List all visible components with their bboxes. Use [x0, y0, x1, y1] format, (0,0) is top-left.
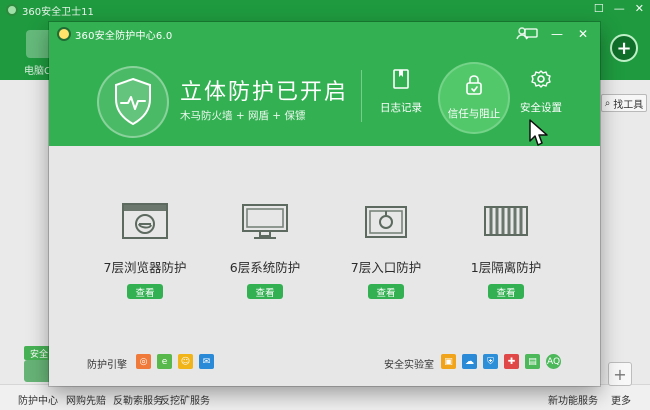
security-center-title: 360安全防护中心6.0 — [75, 31, 173, 42]
browser-protection-label: 7层浏览器防护 — [103, 260, 187, 275]
bottom-item-shopping[interactable]: 网购先赔 — [66, 392, 106, 407]
security-center-footer: 防护引擎 ◎ e ☺ ✉ 安全实验室 ▣ ☁ ⛨ ✚ ▤ AQ — [49, 344, 600, 386]
bottom-item-anti-mining[interactable]: 反挖矿服务 — [160, 392, 210, 407]
background-tool-label: 电脑C — [24, 66, 51, 77]
header-divider — [361, 70, 362, 122]
app-logo-icon — [6, 4, 18, 16]
close-icon[interactable]: ✕ — [635, 2, 644, 15]
log-records-label: 日志记录 — [380, 102, 422, 114]
entry-protection-view-button[interactable]: 查看 — [368, 284, 404, 299]
protection-engine-label: 防护引擎 — [87, 360, 127, 371]
security-center-logo-icon — [57, 27, 71, 41]
system-protection-label: 6层系统防护 — [229, 260, 301, 275]
entry-protection-icon — [357, 199, 415, 243]
isolation-protection-label: 1层隔离防护 — [470, 260, 542, 275]
isolation-icon — [477, 199, 535, 243]
entry-protection-card: 7层入口防护 查看 — [326, 199, 446, 299]
browser-protection-view-button[interactable]: 查看 — [127, 284, 163, 299]
security-center-window: 360安全防护中心6.0 — ✕ 立体防护已开启 木马防火墙 + 网盾 + 保镖… — [49, 22, 600, 386]
lab-icon-4[interactable]: ✚ — [504, 354, 519, 369]
lab-icon-6[interactable]: AQ — [546, 354, 561, 369]
add-service-button[interactable]: + — [608, 362, 632, 386]
browser-icon — [116, 199, 174, 243]
security-settings-label: 安全设置 — [520, 102, 562, 114]
lab-icon-2[interactable]: ☁ — [462, 354, 477, 369]
engine-icon-2[interactable]: e — [157, 354, 172, 369]
engine-icon-4[interactable]: ✉ — [199, 354, 214, 369]
security-lab-label: 安全实验室 — [384, 360, 434, 371]
engine-icon-1[interactable]: ◎ — [136, 354, 151, 369]
bottom-item-new-services[interactable]: 新功能服务 — [548, 392, 598, 407]
search-icon: ⌕ — [604, 97, 611, 109]
skin-icon[interactable]: ☐ — [594, 2, 604, 15]
bottom-item-protection-center[interactable]: 防护中心 — [18, 392, 58, 407]
protection-status-shield — [97, 66, 169, 138]
isolation-protection-view-button[interactable]: 查看 — [488, 284, 524, 299]
trust-and-block-label: 信任与阻止 — [447, 108, 501, 120]
browser-protection-card: 7层浏览器防护 查看 — [85, 199, 205, 299]
background-app-title: 360安全卫士11 — [22, 7, 94, 18]
bottom-item-more[interactable]: 更多 — [611, 392, 631, 407]
system-protection-view-button[interactable]: 查看 — [247, 284, 283, 299]
entry-protection-label: 7层入口防护 — [350, 260, 422, 275]
gear-icon — [530, 68, 552, 90]
protection-headline: 立体防护已开启 — [180, 80, 349, 105]
find-tool-label: 找工具 — [613, 99, 644, 111]
protection-subline: 木马防火墙 + 网盾 + 保镖 — [180, 110, 306, 122]
security-center-window-controls: — ✕ — [522, 25, 592, 43]
background-window-controls: ☐ — ✕ — [594, 2, 644, 15]
bottom-item-anti-ransom[interactable]: 反勒索服务 — [113, 392, 163, 407]
log-icon — [390, 68, 412, 90]
log-records-button[interactable]: 日志记录 — [366, 68, 436, 130]
minimize-icon[interactable]: — — [548, 25, 566, 43]
message-icon[interactable] — [522, 25, 540, 43]
minimize-icon[interactable]: — — [614, 2, 625, 15]
find-tool-button[interactable]: ⌕ 找工具 — [601, 94, 647, 112]
engine-icon-3[interactable]: ☺ — [178, 354, 193, 369]
system-protection-card: 6层系统防护 查看 — [205, 199, 325, 299]
mouse-pointer-icon — [529, 119, 548, 146]
isolation-protection-card: 1层隔离防护 查看 — [446, 199, 566, 299]
security-center-header: 360安全防护中心6.0 — ✕ 立体防护已开启 木马防火墙 + 网盾 + 保镖… — [49, 22, 600, 146]
lab-icon-3[interactable]: ⛨ — [483, 354, 498, 369]
lock-icon — [463, 74, 485, 96]
trust-and-block-button[interactable]: 信任与阻止 — [438, 62, 510, 134]
add-circle-button[interactable]: + — [610, 34, 638, 62]
shield-icon — [115, 77, 151, 126]
close-icon[interactable]: ✕ — [574, 25, 592, 43]
lab-icon-1[interactable]: ▣ — [441, 354, 456, 369]
lab-icon-5[interactable]: ▤ — [525, 354, 540, 369]
monitor-icon — [236, 199, 294, 243]
